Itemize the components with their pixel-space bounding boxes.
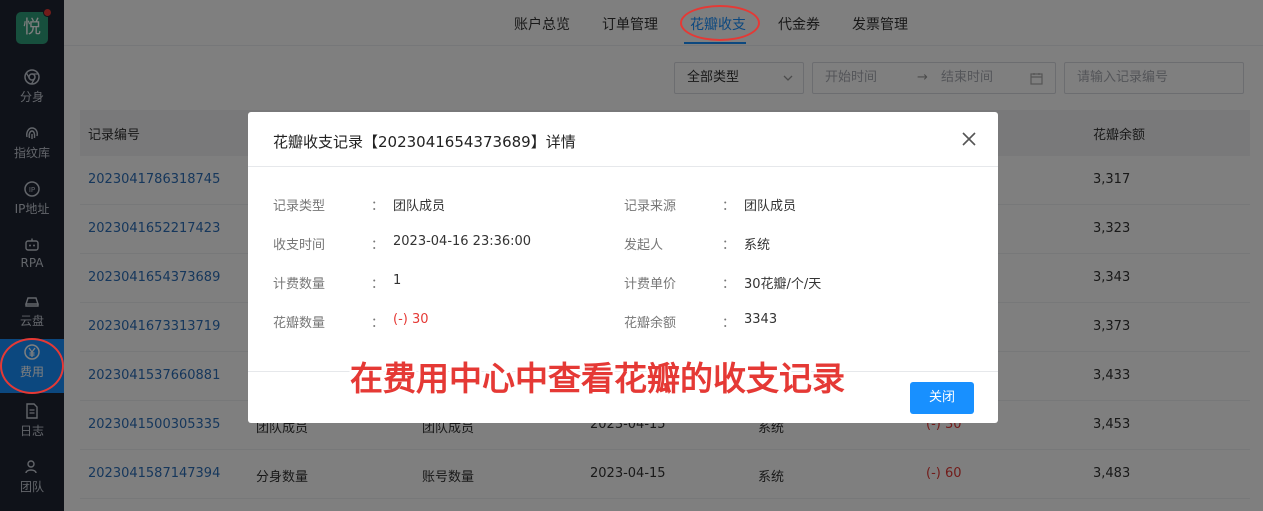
detail-colon: ： bbox=[722, 316, 736, 331]
annotation-caption: 在费用中心中查看花瓣的收支记录 bbox=[350, 359, 845, 398]
detail-label: 收支时间 bbox=[273, 238, 326, 253]
detail-colon: ： bbox=[722, 199, 736, 214]
highlight-ellipse-sidebar bbox=[0, 338, 64, 394]
detail-label: 花瓣余额 bbox=[624, 316, 677, 331]
detail-colon: ： bbox=[371, 316, 385, 331]
highlight-ellipse-tab bbox=[680, 5, 760, 41]
detail-label: 花瓣数量 bbox=[273, 316, 326, 331]
detail-value: 系统 bbox=[744, 238, 771, 253]
detail-label: 计费单价 bbox=[624, 277, 677, 292]
detail-colon: ： bbox=[722, 277, 736, 292]
detail-colon: ： bbox=[371, 199, 385, 214]
detail-label: 计费数量 bbox=[273, 277, 326, 292]
detail-colon: ： bbox=[371, 238, 385, 253]
detail-value: 1 bbox=[393, 273, 402, 288]
detail-label: 记录来源 bbox=[624, 199, 677, 214]
modal-divider bbox=[248, 166, 998, 167]
detail-value: 团队成员 bbox=[393, 199, 446, 214]
detail-value: 30花瓣/个/天 bbox=[744, 277, 822, 292]
close-icon[interactable] bbox=[960, 130, 978, 148]
detail-value: (-) 30 bbox=[393, 312, 429, 327]
detail-value: 团队成员 bbox=[744, 199, 797, 214]
modal-title: 花瓣收支记录【2023041654373689】详情 bbox=[273, 133, 576, 151]
detail-colon: ： bbox=[722, 238, 736, 253]
detail-label: 发起人 bbox=[624, 238, 664, 253]
close-button[interactable]: 关闭 bbox=[910, 382, 974, 414]
detail-value: 2023-04-16 23:36:00 bbox=[393, 234, 532, 249]
detail-value: 3343 bbox=[744, 312, 778, 327]
detail-colon: ： bbox=[371, 277, 385, 292]
detail-label: 记录类型 bbox=[273, 199, 326, 214]
